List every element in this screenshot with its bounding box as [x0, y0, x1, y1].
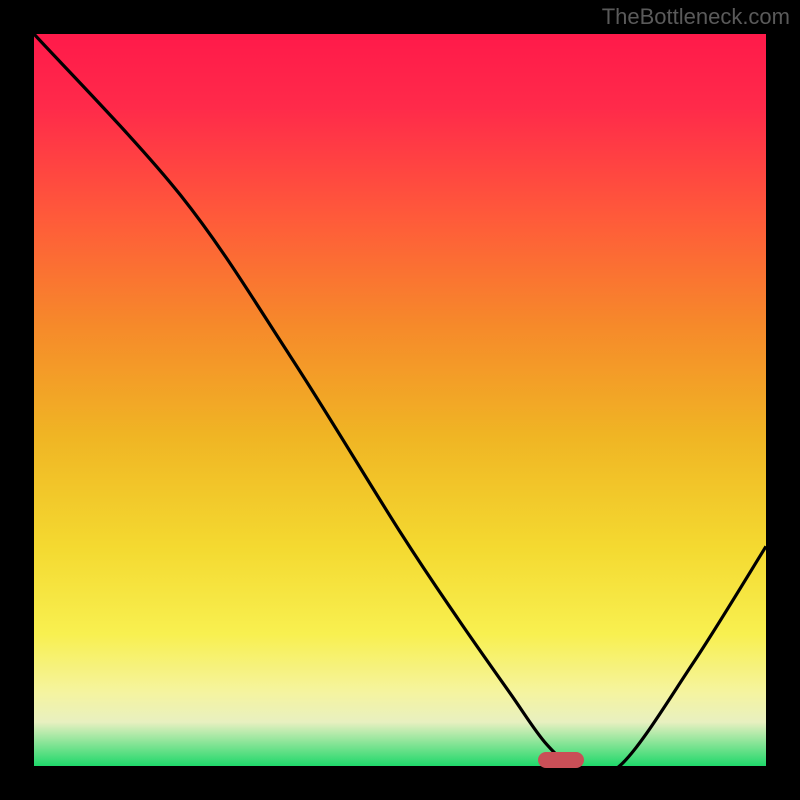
- bottleneck-curve: [34, 34, 766, 766]
- watermark-text: TheBottleneck.com: [602, 4, 790, 30]
- optimum-marker: [538, 752, 584, 768]
- plot-area: [34, 34, 766, 766]
